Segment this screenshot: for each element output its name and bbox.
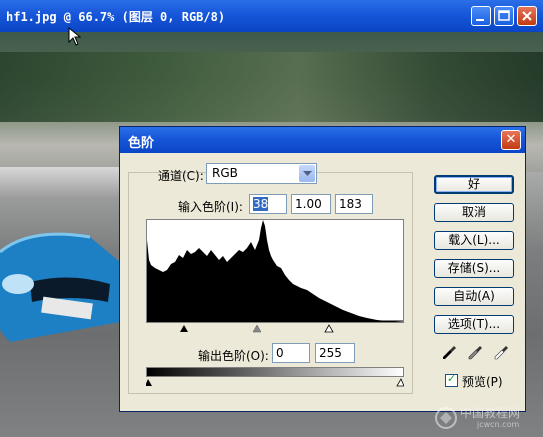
white-eyedropper-icon[interactable] — [492, 344, 510, 362]
dropdown-arrow-button[interactable] — [299, 165, 315, 182]
options-button[interactable]: 选项(T)... — [434, 315, 514, 334]
checkmark-icon: ✓ — [447, 372, 457, 385]
document-title: hf1.jpg @ 66.7% (图层 0, RGB/8) — [6, 10, 226, 24]
auto-button[interactable]: 自动(A) — [434, 287, 514, 306]
input-gamma-field[interactable]: 1.00 — [291, 194, 331, 214]
load-button[interactable]: 载入(L)... — [434, 231, 514, 250]
maximize-icon — [498, 10, 510, 21]
output-black-handle[interactable] — [146, 379, 152, 386]
input-levels-slider[interactable] — [146, 323, 404, 335]
channel-dropdown[interactable]: RGB — [206, 163, 317, 184]
dialog-close-button[interactable]: ✕ — [501, 130, 521, 150]
input-levels-label: 输入色阶(I): — [178, 200, 243, 214]
histogram-graph — [147, 220, 403, 322]
minimize-icon — [476, 19, 484, 21]
close-icon: ✕ — [505, 132, 517, 147]
input-black-field[interactable]: 38 — [249, 194, 287, 214]
ok-button[interactable]: 好 — [434, 175, 514, 194]
close-button[interactable] — [517, 6, 537, 26]
dialog-titlebar[interactable]: 色阶 ✕ — [120, 127, 525, 153]
input-white-field[interactable]: 183 — [335, 194, 373, 214]
output-black-field[interactable]: 0 — [272, 343, 310, 363]
input-white-handle[interactable] — [324, 324, 334, 333]
channel-value: RGB — [212, 166, 238, 180]
preview-checkbox[interactable]: ✓ — [445, 372, 458, 387]
watermark-logo-icon — [435, 407, 457, 429]
levels-dialog: 色阶 ✕ 通道(C): RGB 输入色阶(I): 38 1.00 183 输出色… — [119, 126, 526, 412]
save-button[interactable]: 存储(S)... — [434, 259, 514, 278]
preview-label: 预览(P) — [462, 375, 503, 389]
guard-rail — [0, 167, 130, 199]
mouse-cursor-icon — [68, 27, 82, 46]
background-hills — [0, 52, 543, 122]
output-gradient-bar — [146, 367, 404, 377]
input-gamma-handle[interactable] — [252, 324, 262, 333]
output-levels-slider[interactable] — [146, 377, 404, 389]
dialog-title: 色阶 — [128, 136, 155, 151]
gray-eyedropper-icon[interactable] — [466, 344, 484, 362]
input-black-handle[interactable] — [180, 325, 188, 332]
output-levels-label: 输出色阶(O): — [198, 349, 269, 363]
watermark-url: jcwcn.com — [477, 420, 520, 429]
output-white-field[interactable]: 255 — [315, 343, 355, 363]
close-icon — [522, 11, 532, 21]
black-eyedropper-icon[interactable] — [440, 344, 458, 362]
histogram — [146, 219, 404, 323]
maximize-button[interactable] — [494, 6, 514, 26]
cancel-button[interactable]: 取消 — [434, 203, 514, 222]
channel-label: 通道(C): — [158, 169, 204, 183]
chevron-down-icon — [303, 171, 312, 176]
watermark: 中国教程网 jcwcn.com — [432, 404, 540, 434]
output-white-handle[interactable] — [396, 378, 404, 387]
watermark-text: 中国教程网 — [460, 406, 521, 420]
minimize-button[interactable] — [471, 6, 491, 26]
